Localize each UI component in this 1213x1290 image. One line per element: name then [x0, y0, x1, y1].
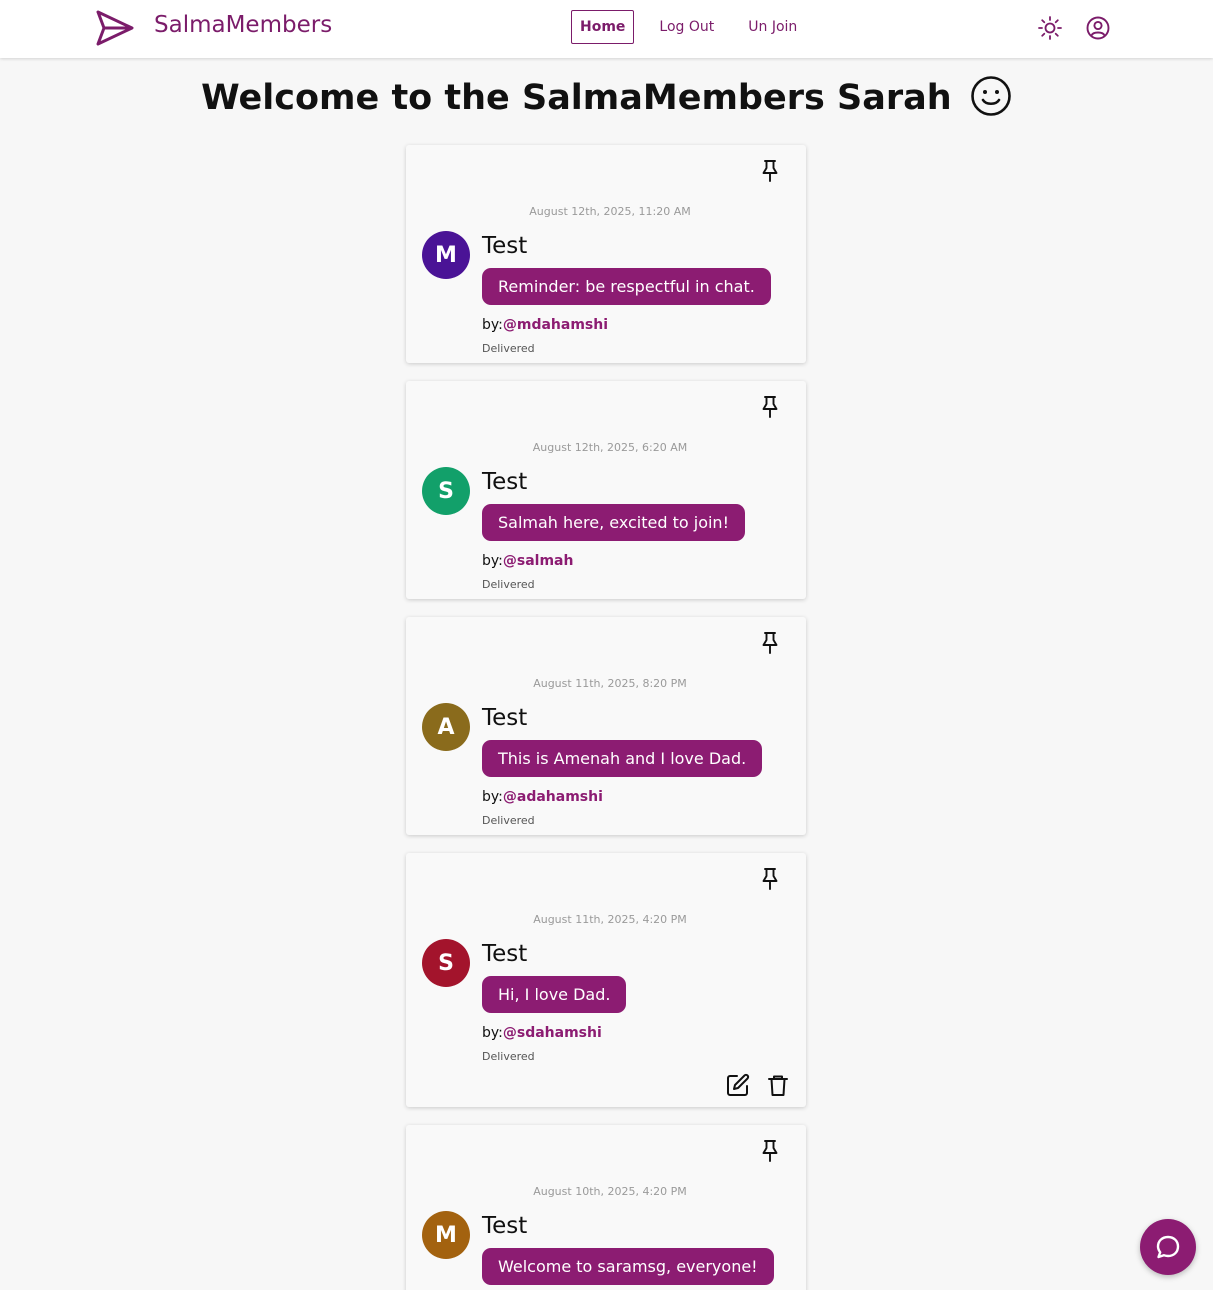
avatar: A	[422, 703, 470, 751]
message-timestamp: August 11th, 2025, 4:20 PM	[533, 913, 687, 926]
message-body: Welcome to saramsg, everyone!	[482, 1248, 774, 1285]
message-title: Test	[482, 705, 528, 731]
delivery-status: Delivered	[482, 814, 535, 827]
message-author: by:@salmah	[482, 553, 573, 569]
message-card: August 12th, 2025, 11:20 AM M Test Reminder…	[406, 145, 806, 363]
message-body: Hi, I love Dad.	[482, 976, 627, 1013]
delivery-status: Delivered	[482, 342, 535, 355]
message-title: Test	[482, 941, 528, 967]
author-prefix: by:	[482, 789, 503, 805]
author-handle[interactable]: @adahamshi	[503, 789, 603, 805]
pin-icon[interactable]	[760, 395, 780, 419]
message-title: Test	[482, 233, 528, 259]
message-timestamp: August 11th, 2025, 8:20 PM	[533, 677, 687, 690]
author-handle[interactable]: @salmah	[503, 553, 574, 569]
pin-icon[interactable]	[760, 1139, 780, 1163]
pin-icon[interactable]	[760, 159, 780, 183]
message-title: Test	[482, 1213, 528, 1239]
chat-bubble-icon	[1156, 1235, 1180, 1259]
sun-icon[interactable]	[1037, 15, 1063, 41]
message-author: by:@mdahamshi	[482, 317, 608, 333]
message-card: August 12th, 2025, 6:20 AM S Test Salmah he…	[406, 381, 806, 599]
author-handle[interactable]: @sdahamshi	[503, 1025, 602, 1041]
message-card: August 11th, 2025, 8:20 PM A Test This is A…	[406, 617, 806, 835]
pin-icon[interactable]	[760, 631, 780, 655]
pin-icon[interactable]	[760, 867, 780, 891]
message-body: Salmah here, excited to join!	[482, 504, 745, 541]
message-body: Reminder: be respectful in chat.	[482, 268, 771, 305]
smiley-face-icon	[971, 76, 1011, 116]
trash-icon[interactable]	[766, 1073, 790, 1097]
avatar: S	[422, 467, 470, 515]
avatar: S	[422, 939, 470, 987]
brand-name[interactable]: SalmaMembers	[154, 12, 332, 38]
page-title: Welcome to the SalmaMembers Sarah	[0, 76, 1213, 118]
message-timestamp: August 12th, 2025, 11:20 AM	[529, 205, 691, 218]
nav-unjoin-link[interactable]: Un Join	[739, 10, 806, 44]
message-author: by:@adahamshi	[482, 789, 603, 805]
nav-logout-link[interactable]: Log Out	[650, 10, 723, 44]
message-timestamp: August 12th, 2025, 6:20 AM	[532, 441, 688, 454]
chat-fab-button[interactable]	[1140, 1219, 1196, 1275]
user-circle-icon[interactable]	[1085, 15, 1111, 41]
top-navbar: SalmaMembers Home Log Out Un Join	[0, 0, 1213, 58]
author-prefix: by:	[482, 317, 503, 333]
message-title: Test	[482, 469, 528, 495]
message-card: August 10th, 2025, 4:20 PM M Test Welcome t…	[406, 1125, 806, 1290]
nav-links: Home Log Out Un Join	[571, 10, 814, 44]
avatar: M	[422, 1211, 470, 1259]
delivery-status: Delivered	[482, 578, 535, 591]
author-handle[interactable]: @mdahamshi	[503, 317, 608, 333]
edit-icon[interactable]	[726, 1073, 750, 1097]
message-timestamp: August 10th, 2025, 4:20 PM	[533, 1185, 687, 1198]
author-prefix: by:	[482, 1025, 503, 1041]
message-card: August 11th, 2025, 4:20 PM S Test Hi, I lov…	[406, 853, 806, 1107]
brand-logo[interactable]	[96, 10, 134, 46]
author-prefix: by:	[482, 553, 503, 569]
message-author: by:@sdahamshi	[482, 1025, 602, 1041]
message-body: This is Amenah and I love Dad.	[482, 740, 763, 777]
delivery-status: Delivered	[482, 1050, 535, 1063]
page-title-text: Welcome to the SalmaMembers Sarah	[201, 78, 952, 118]
paper-plane-icon	[96, 10, 134, 46]
nav-home-link[interactable]: Home	[571, 10, 635, 44]
avatar: M	[422, 231, 470, 279]
